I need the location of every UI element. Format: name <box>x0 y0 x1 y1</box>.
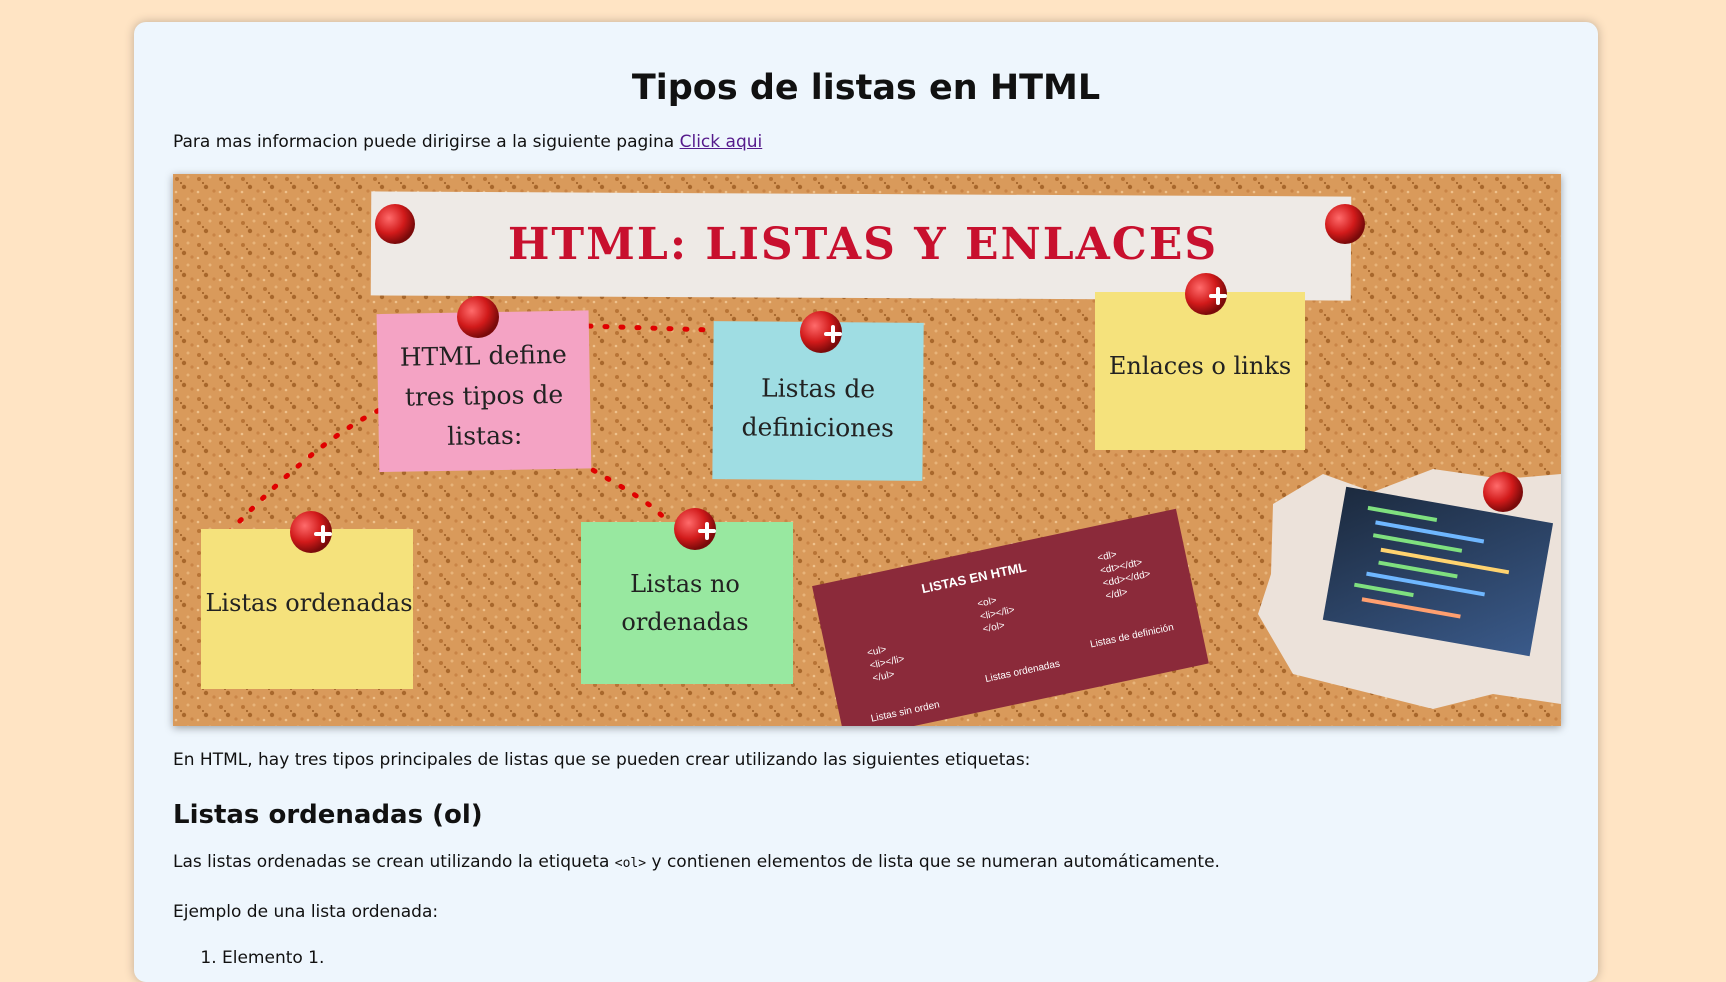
note-blue-line-1: Listas de <box>761 374 875 404</box>
note-yellow-top: Enlaces o links <box>1095 292 1305 450</box>
page-title: Tipos de listas en HTML <box>631 68 1101 108</box>
note-blue-line-2: definiciones <box>741 412 894 442</box>
ol-desc-before: Las listas ordenadas se crean utilizando… <box>173 852 615 872</box>
pin-icon <box>375 204 415 244</box>
hero-image: HTML: LISTAS Y ENLACES HTML define tres … <box>173 174 1561 726</box>
ol-tag-code: <ol> <box>614 856 647 871</box>
info-text: Para mas informacion puede dirigirse a l… <box>173 132 680 152</box>
banner-title: HTML: LISTAS Y ENLACES <box>508 219 1218 270</box>
intro-paragraph: En HTML, hay tres tipos principales de l… <box>173 750 1031 770</box>
note-yellow-top-line-1: Enlaces o links <box>1109 352 1291 380</box>
pin-icon <box>1325 204 1365 244</box>
pin-icon <box>1483 472 1523 512</box>
example-ordered-list: Elemento 1. <box>200 948 324 968</box>
pin-icon <box>457 296 499 338</box>
ol-heading: Listas ordenadas (ol) <box>173 800 483 830</box>
example-label: Ejemplo de una lista ordenada: <box>173 902 439 922</box>
note-pink-line-1: HTML define <box>400 340 567 372</box>
note-green-line-1: Listas no <box>630 570 740 598</box>
list-item: Elemento 1. <box>222 948 324 968</box>
note-green-line-2: ordenadas <box>621 608 748 636</box>
info-paragraph: Para mas informacion puede dirigirse a l… <box>173 132 762 152</box>
note-yellow-bottom: Listas ordenadas <box>201 529 413 689</box>
content-card: Tipos de listas en HTML Para mas informa… <box>134 22 1598 982</box>
note-yellow-bottom-line-1: Listas ordenadas <box>205 589 412 617</box>
click-here-link[interactable]: Click aqui <box>680 132 763 152</box>
note-pink-line-3: listas: <box>447 421 523 451</box>
note-pink-line-2: tres tipos de <box>405 380 564 412</box>
ol-desc-after: y contienen elementos de lista que se nu… <box>646 852 1220 872</box>
ol-description: Las listas ordenadas se crean utilizando… <box>173 852 1220 872</box>
